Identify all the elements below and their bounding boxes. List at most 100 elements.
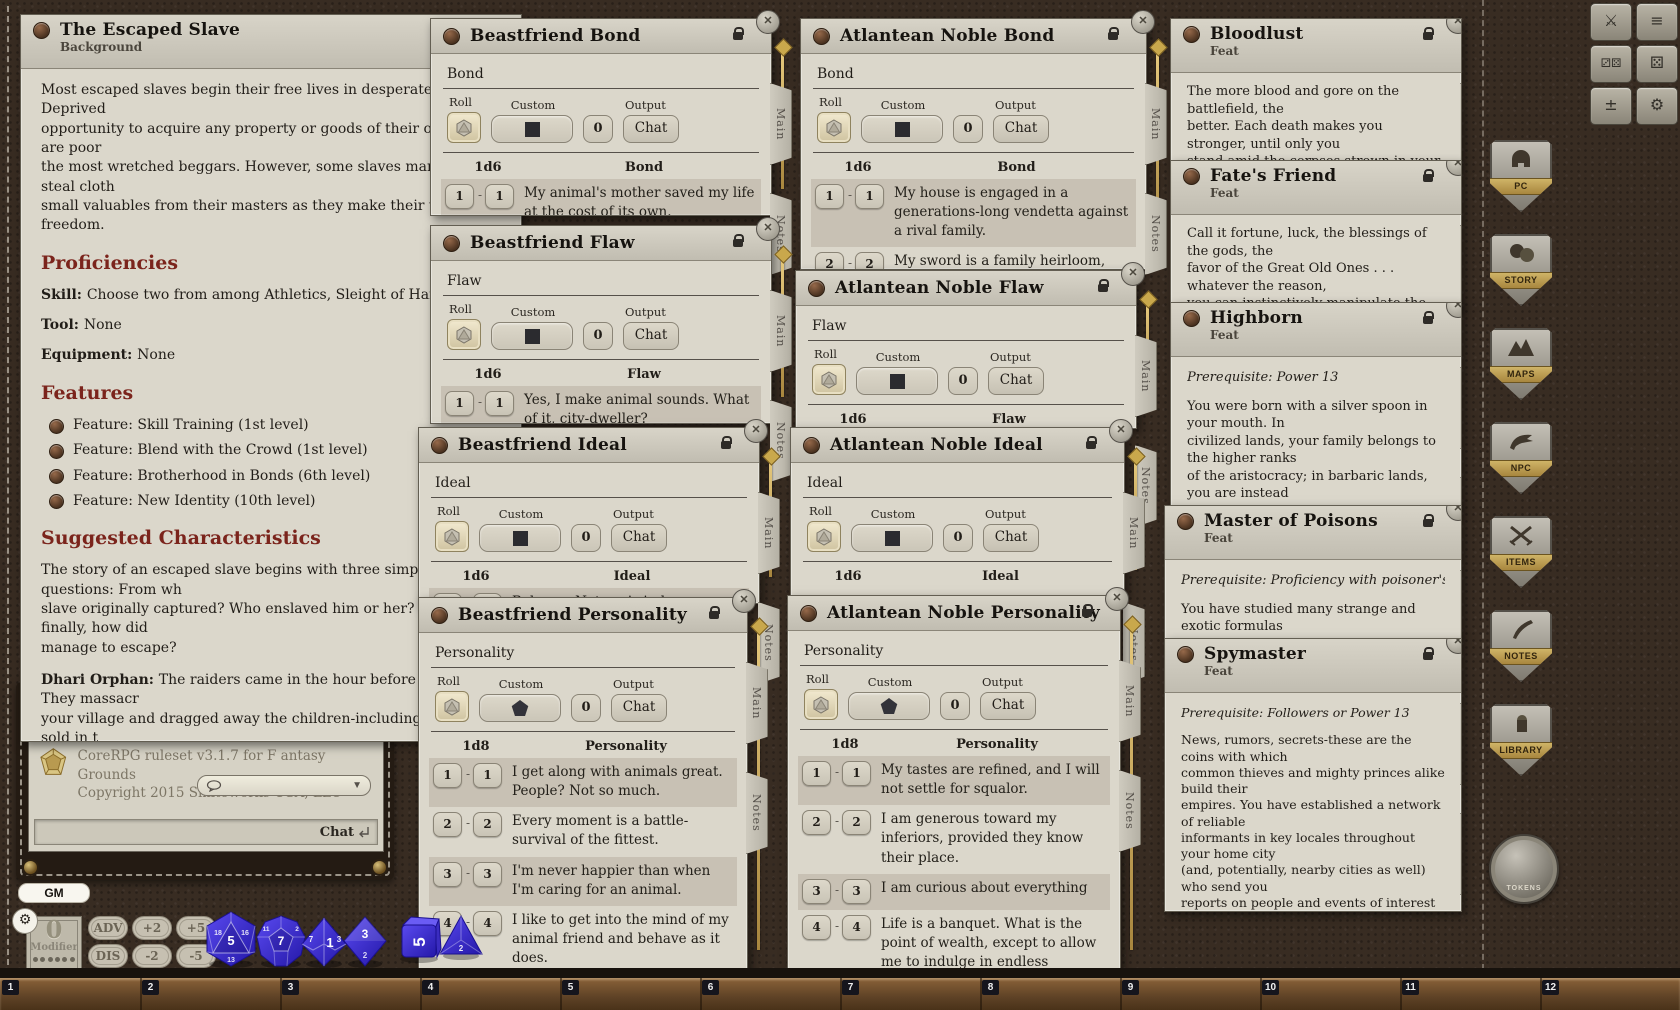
modifier-button-adv[interactable]: ADV [88, 916, 128, 940]
d20-die[interactable]: 5 18 16 13 [204, 911, 258, 969]
custom-count[interactable]: 0 [571, 694, 601, 722]
roll-range-high[interactable]: 4 [842, 915, 871, 940]
roll-range-low[interactable]: 2 [802, 810, 831, 835]
output-chat-button[interactable]: Chat [623, 115, 679, 143]
close-button[interactable]: ✕ [744, 419, 768, 443]
roll-range-high[interactable]: 2 [855, 252, 884, 269]
hotkey-slot-12[interactable]: 12 [1542, 980, 1559, 995]
custom-die-box[interactable] [861, 115, 943, 143]
close-button[interactable]: ✕ [1105, 587, 1129, 611]
tab-main[interactable]: Main [770, 290, 792, 372]
custom-die-box[interactable] [479, 524, 561, 552]
tab-main[interactable]: Main [1119, 660, 1141, 742]
custom-count[interactable]: 0 [943, 524, 973, 552]
tab-main[interactable]: Main [746, 662, 768, 744]
hotkey-slot-2[interactable]: 2 [142, 980, 159, 995]
roll-die-button[interactable] [804, 689, 838, 720]
custom-count[interactable]: 0 [948, 367, 978, 395]
crossed-swords-icon[interactable]: ⚔ [1590, 3, 1632, 41]
custom-count[interactable]: 0 [940, 692, 970, 720]
plus-minus-icon[interactable]: ± [1590, 87, 1632, 125]
roll-range-high[interactable]: 1 [842, 761, 871, 786]
d10-die[interactable]: 1 7 3 [301, 917, 347, 969]
chat-mode-dropdown[interactable]: ▼ [197, 775, 371, 796]
roll-range-low[interactable]: 1 [433, 763, 462, 788]
roll-range-high[interactable]: 2 [473, 812, 502, 837]
tab-main[interactable]: Main [1145, 83, 1167, 165]
tab-notes[interactable]: Notes [1460, 813, 1462, 895]
output-chat-button[interactable]: Chat [983, 524, 1039, 552]
output-chat-button[interactable]: Chat [993, 115, 1049, 143]
tab-main[interactable]: Main [1135, 335, 1157, 417]
output-chat-button[interactable]: Chat [611, 694, 667, 722]
tab-main[interactable]: Main [1123, 492, 1145, 574]
roll-range-high[interactable]: 2 [842, 810, 871, 835]
modifier-button-minus2[interactable]: -2 [132, 944, 172, 968]
custom-count[interactable]: 0 [583, 115, 613, 143]
custom-count[interactable]: 0 [571, 524, 601, 552]
roll-die-button[interactable] [447, 319, 481, 350]
roll-range-low[interactable]: 1 [445, 184, 474, 209]
custom-die-box[interactable] [479, 694, 561, 722]
sidebar-item-pc[interactable]: PC [1490, 140, 1552, 212]
roll-range-high[interactable]: 1 [485, 391, 514, 416]
close-button[interactable]: ✕ [756, 217, 780, 241]
custom-die-box[interactable] [491, 322, 573, 350]
tab-main[interactable]: Main [1460, 83, 1462, 162]
roll-die-button[interactable] [817, 112, 851, 143]
roll-range-high[interactable]: 1 [473, 763, 502, 788]
roll-die-button[interactable] [447, 112, 481, 143]
tab-main[interactable]: Main [770, 83, 792, 165]
roll-range-low[interactable]: 3 [433, 862, 462, 887]
output-chat-button[interactable]: Chat [988, 367, 1044, 395]
roll-range-high[interactable]: 3 [473, 862, 502, 887]
roll-die-button[interactable] [812, 364, 846, 395]
tab-main[interactable]: Main [1460, 703, 1462, 785]
info-list-icon[interactable]: ≡ [1636, 3, 1678, 41]
close-button[interactable]: ✕ [732, 589, 756, 613]
sidebar-item-items[interactable]: ITEMS [1490, 516, 1552, 588]
custom-die-box[interactable] [851, 524, 933, 552]
die-icon[interactable]: ⚄ [1636, 45, 1678, 83]
tab-main[interactable]: Main [1460, 367, 1462, 449]
sidebar-item-tokens[interactable]: TOKENS [1489, 834, 1559, 904]
custom-count[interactable]: 0 [583, 322, 613, 350]
hotkey-slot-5[interactable]: 5 [562, 980, 579, 995]
custom-count[interactable]: 0 [953, 115, 983, 143]
modifier-button-plus2[interactable]: +2 [132, 916, 172, 940]
tab-main[interactable]: Main [1460, 570, 1462, 640]
tab-notes[interactable]: Notes [770, 400, 792, 482]
custom-die-box[interactable] [848, 692, 930, 720]
custom-die-box[interactable] [856, 367, 938, 395]
roll-range-high[interactable]: 3 [842, 879, 871, 904]
roll-range-low[interactable]: 1 [445, 391, 474, 416]
hotkey-slot-9[interactable]: 9 [1122, 980, 1139, 995]
gm-identity-label[interactable]: GM [18, 883, 90, 903]
roll-range-high[interactable]: 1 [485, 184, 514, 209]
tab-notes[interactable]: Notes [1460, 477, 1462, 507]
d12-die[interactable]: 7 11 2 [256, 915, 306, 969]
chat-input[interactable]: Chat [34, 819, 378, 845]
hotkey-slot-6[interactable]: 6 [702, 980, 719, 995]
tab-notes[interactable]: Notes [1145, 193, 1167, 275]
roll-range-low[interactable]: 2 [433, 812, 462, 837]
roll-die-button[interactable] [435, 521, 469, 552]
hotkey-slot-11[interactable]: 11 [1402, 980, 1419, 995]
roll-range-low[interactable]: 1 [802, 761, 831, 786]
roll-range-high[interactable]: 1 [855, 184, 884, 209]
tab-notes[interactable]: Notes [1119, 770, 1141, 852]
close-button[interactable]: ✕ [1109, 419, 1133, 443]
sidebar-item-maps[interactable]: MAPS [1490, 328, 1552, 400]
sidebar-item-npc[interactable]: NPC [1490, 422, 1552, 494]
hotkey-slot-1[interactable]: 1 [2, 980, 19, 995]
d6-die[interactable]: 5 [395, 913, 443, 963]
hotkey-slot-7[interactable]: 7 [842, 980, 859, 995]
close-button[interactable]: ✕ [1121, 262, 1145, 286]
gear-icon[interactable]: ⚙ [1636, 87, 1678, 125]
hotkey-slot-10[interactable]: 10 [1262, 980, 1279, 995]
close-button[interactable]: ✕ [756, 10, 780, 34]
d4-die[interactable]: 2 [438, 914, 484, 960]
tab-main[interactable]: Main [758, 492, 780, 574]
tab-main[interactable]: Main [1460, 225, 1462, 307]
roll-die-button[interactable] [807, 521, 841, 552]
